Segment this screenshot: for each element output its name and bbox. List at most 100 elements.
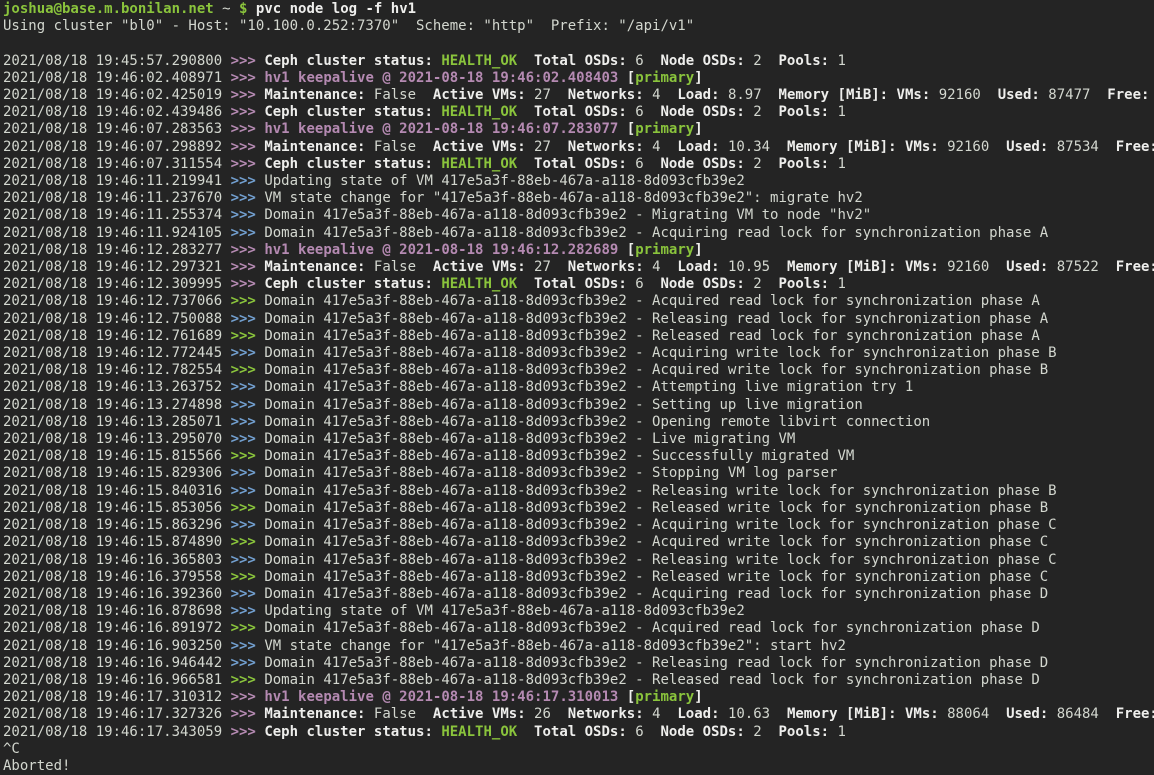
log-message-segment: Used:: [1006, 706, 1048, 722]
log-level-marker: >>>: [231, 53, 256, 69]
log-message-segment: 6: [627, 104, 661, 120]
log-message-segment: Memory [MiB]:: [787, 259, 897, 275]
log-message-segment: Node OSDs:: [660, 53, 744, 69]
log-message-segment: Free:: [1116, 139, 1154, 155]
log-level-marker: >>>: [231, 242, 256, 258]
log-line: 2021/08/18 19:46:17.327326 >>> Maintenan…: [3, 706, 1154, 723]
log-message-segment: 6: [627, 724, 661, 740]
log-level-marker: >>>: [231, 517, 256, 533]
log-message-segment: Domain 417e5a3f-88eb-467a-a118-8d093cfb3…: [264, 379, 913, 395]
log-level-marker: >>>: [231, 706, 256, 722]
log-line: 2021/08/18 19:46:12.782554 >>> Domain 41…: [3, 362, 1154, 379]
log-line: 2021/08/18 19:46:16.946442 >>> Domain 41…: [3, 655, 1154, 672]
log-line: 2021/08/18 19:46:16.379558 >>> Domain 41…: [3, 569, 1154, 586]
log-message-segment: False: [365, 87, 432, 103]
log-message-segment: 44014: [1149, 87, 1154, 103]
log-message-segment: [897, 259, 905, 275]
log-line: 2021/08/18 19:46:12.309995 >>> Ceph clus…: [3, 276, 1154, 293]
log-line: 2021/08/18 19:46:13.285071 >>> Domain 41…: [3, 414, 1154, 431]
log-message-segment: Domain 417e5a3f-88eb-467a-a118-8d093cfb3…: [264, 517, 1056, 533]
log-level-marker: >>>: [231, 397, 256, 413]
log-message-segment: Domain 417e5a3f-88eb-467a-a118-8d093cfb3…: [264, 534, 1048, 550]
log-level-marker: >>>: [231, 586, 256, 602]
log-message-segment: Used:: [998, 87, 1040, 103]
log-timestamp: 2021/08/18 19:46:16.878698: [3, 603, 231, 619]
log-message-segment: 2: [745, 53, 779, 69]
log-level-marker: >>>: [231, 328, 256, 344]
log-timestamp: 2021/08/18 19:46:13.295070: [3, 431, 231, 447]
log-message-segment: 4: [644, 87, 678, 103]
log-message-segment: 1: [829, 53, 846, 69]
log-timestamp: 2021/08/18 19:46:15.863296: [3, 517, 231, 533]
log-line: 2021/08/18 19:46:15.853056 >>> Domain 41…: [3, 500, 1154, 517]
log-message-segment: Node OSDs:: [660, 276, 744, 292]
log-line: 2021/08/18 19:46:02.425019 >>> Maintenan…: [3, 87, 1154, 104]
log-message-segment: Ceph cluster status:: [264, 276, 433, 292]
terminal-screen[interactable]: joshua@base.m.bonilan.net ~ $ pvc node l…: [0, 0, 1154, 775]
log-message-segment: [: [618, 70, 635, 86]
log-message-segment: ]: [694, 689, 702, 705]
log-message-segment: Domain 417e5a3f-88eb-467a-a118-8d093cfb3…: [264, 500, 1048, 516]
log-message-segment: Total OSDs:: [534, 104, 627, 120]
log-line: 2021/08/18 19:46:15.829306 >>> Domain 41…: [3, 465, 1154, 482]
log-level-marker: >>>: [231, 345, 256, 361]
log-line: 2021/08/18 19:46:16.891972 >>> Domain 41…: [3, 620, 1154, 637]
log-message-segment: Total OSDs:: [534, 156, 627, 172]
log-message-segment: VM state change for "417e5a3f-88eb-467a-…: [264, 190, 862, 206]
log-line: 2021/08/18 19:46:11.924105 >>> Domain 41…: [3, 225, 1154, 242]
log-message-segment: 1: [829, 276, 846, 292]
log-message-segment: [517, 53, 534, 69]
log-message-segment: 92160: [939, 139, 1006, 155]
log-message-segment: Maintenance:: [264, 706, 365, 722]
log-level-marker: >>>: [231, 500, 256, 516]
log-message-segment: Networks:: [568, 706, 644, 722]
log-message-segment: Domain 417e5a3f-88eb-467a-a118-8d093cfb3…: [264, 552, 1056, 568]
log-timestamp: 2021/08/18 19:46:07.311554: [3, 156, 231, 172]
blank-line: [3, 35, 1154, 52]
log-message-segment: primary: [635, 242, 694, 258]
log-level-marker: >>>: [231, 173, 256, 189]
log-timestamp: 2021/08/18 19:46:12.737066: [3, 293, 231, 309]
log-message-segment: Networks:: [568, 259, 644, 275]
log-level-marker: >>>: [231, 483, 256, 499]
log-message-segment: VM state change for "417e5a3f-88eb-467a-…: [264, 638, 846, 654]
log-message-segment: hv1 keepalive @ 2021-08-18 19:46:17.3100…: [264, 689, 618, 705]
log-timestamp: 2021/08/18 19:46:13.274898: [3, 397, 231, 413]
log-level-marker: >>>: [231, 465, 256, 481]
log-message-segment: Active VMs:: [433, 139, 526, 155]
log-timestamp: 2021/08/18 19:46:12.309995: [3, 276, 231, 292]
log-message-segment: Domain 417e5a3f-88eb-467a-a118-8d093cfb3…: [264, 293, 1039, 309]
log-message-segment: Domain 417e5a3f-88eb-467a-a118-8d093cfb3…: [264, 448, 854, 464]
log-message-segment: VMs:: [905, 139, 939, 155]
log-line: 2021/08/18 19:46:16.966581 >>> Domain 41…: [3, 672, 1154, 689]
log-message-segment: 27: [526, 139, 568, 155]
log-message-segment: VMs:: [905, 706, 939, 722]
log-message-segment: False: [365, 706, 432, 722]
log-message-segment: HEALTH_OK: [441, 276, 517, 292]
log-message-segment: Used:: [1006, 259, 1048, 275]
log-level-marker: >>>: [231, 362, 256, 378]
log-level-marker: >>>: [231, 276, 256, 292]
log-line: 2021/08/18 19:46:11.255374 >>> Domain 41…: [3, 207, 1154, 224]
log-timestamp: 2021/08/18 19:46:13.263752: [3, 379, 231, 395]
log-message-segment: Maintenance:: [264, 259, 365, 275]
log-message-segment: [888, 87, 896, 103]
log-timestamp: 2021/08/18 19:46:12.297321: [3, 259, 231, 275]
log-output: 2021/08/18 19:45:57.290800 >>> Ceph clus…: [3, 53, 1154, 741]
log-message-segment: 88064: [939, 706, 1006, 722]
log-message-segment: Pools:: [779, 276, 830, 292]
log-timestamp: 2021/08/18 19:46:15.853056: [3, 500, 231, 516]
log-level-marker: >>>: [231, 569, 256, 585]
log-level-marker: >>>: [231, 724, 256, 740]
log-timestamp: 2021/08/18 19:46:02.408971: [3, 70, 231, 86]
log-level-marker: >>>: [231, 190, 256, 206]
log-message-segment: False: [365, 139, 432, 155]
log-message-segment: Domain 417e5a3f-88eb-467a-a118-8d093cfb3…: [264, 225, 1048, 241]
log-timestamp: 2021/08/18 19:46:12.772445: [3, 345, 231, 361]
aborted-line: Aborted!: [3, 758, 1154, 775]
log-message-segment: [: [618, 121, 635, 137]
log-line: 2021/08/18 19:46:13.295070 >>> Domain 41…: [3, 431, 1154, 448]
log-level-marker: >>>: [231, 379, 256, 395]
log-line: 2021/08/18 19:45:57.290800 >>> Ceph clus…: [3, 53, 1154, 70]
log-timestamp: 2021/08/18 19:46:17.343059: [3, 724, 231, 740]
